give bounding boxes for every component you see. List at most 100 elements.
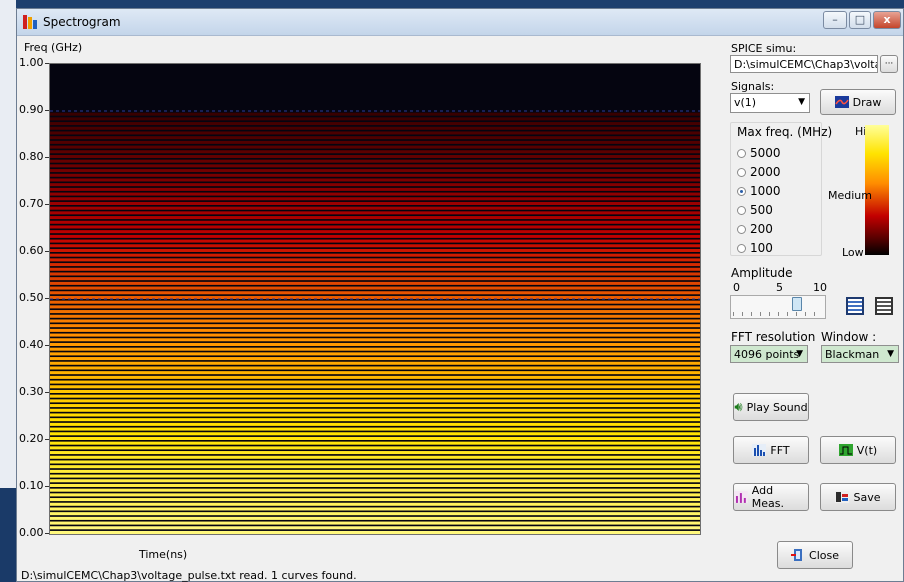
signal-select[interactable]: v(1) ▼ (730, 93, 810, 113)
amp-tick-10: 10 (813, 281, 827, 294)
spectral-band (50, 451, 700, 455)
max-freq-option-2000[interactable]: 2000 (737, 165, 781, 179)
spectral-band (50, 436, 700, 440)
vt-button[interactable]: V(t) (820, 436, 896, 464)
spectral-band (50, 399, 700, 403)
spectral-band (50, 347, 700, 351)
max-freq-option-500[interactable]: 500 (737, 203, 773, 217)
window-select[interactable]: Blackman ▼ (821, 345, 899, 363)
close-label: Close (809, 548, 839, 562)
spectral-band (50, 385, 700, 389)
close-button[interactable]: Close (777, 541, 853, 569)
window-value: Blackman (825, 348, 880, 361)
spectral-band (50, 530, 700, 534)
chevron-down-icon: ▼ (796, 349, 803, 359)
spectral-band (50, 225, 700, 229)
max-freq-option-100[interactable]: 100 (737, 241, 773, 255)
spice-path-field[interactable]: D:\simulCEMC\Chap3\voltage_pu (730, 55, 878, 73)
spectral-band (50, 211, 700, 215)
vt-label: V(t) (856, 443, 878, 457)
spectral-band (50, 333, 700, 337)
spectral-band (50, 234, 700, 238)
window-title: Spectrogram (43, 15, 121, 29)
spectral-band (50, 281, 700, 285)
amp-tick-0: 0 (733, 281, 740, 294)
time-signal-icon (838, 444, 853, 456)
spectral-band (50, 507, 700, 511)
signals-label: Signals: (731, 80, 775, 93)
y-tick-label: 0.90 (19, 103, 44, 116)
legend-medium: Medium (828, 189, 872, 202)
spectral-band (50, 352, 700, 356)
spectral-band (50, 291, 700, 295)
y-tick-label: 1.00 (19, 56, 44, 69)
spectral-band (50, 154, 700, 158)
spectrogram-window: Spectrogram – □ x Freq (GHz) 1.00 0.90 0.8… (16, 8, 904, 582)
fft-resolution-select[interactable]: 4096 points ▼ (730, 345, 808, 363)
spectral-band (50, 131, 700, 135)
spectral-band (50, 145, 700, 149)
fft-resolution-label: FFT resolution (731, 330, 816, 344)
legend-low: Low (842, 246, 864, 259)
spectral-band (50, 502, 700, 506)
window-label: Window : (821, 330, 877, 344)
spectral-band (50, 526, 700, 530)
max-freq-option-label: 500 (750, 203, 773, 217)
spectral-band (50, 239, 700, 243)
spectral-band (50, 418, 700, 422)
save-icon (835, 491, 850, 503)
minimize-button[interactable]: – (823, 11, 847, 29)
spectral-band (50, 164, 700, 168)
spectral-band (50, 479, 700, 483)
y-tick-label: 0.20 (19, 432, 44, 445)
fft-button[interactable]: FFT (733, 436, 809, 464)
spectral-band (50, 126, 700, 130)
spectral-band (50, 422, 700, 426)
spectral-band (50, 446, 700, 450)
status-bar: D:\simulCEMC\Chap3\voltage_pulse.txt rea… (21, 569, 357, 582)
spectral-band (50, 178, 700, 182)
spectral-band (50, 314, 700, 318)
draw-button[interactable]: Draw (820, 89, 896, 115)
close-icon: x (883, 13, 891, 26)
amplitude-label: Amplitude (731, 266, 793, 280)
spectral-band (50, 136, 700, 140)
add-measurement-button[interactable]: Add Meas. (733, 483, 809, 511)
title-bar[interactable]: Spectrogram – □ x (17, 9, 903, 36)
spectral-band (50, 267, 700, 271)
max-freq-option-5000[interactable]: 5000 (737, 146, 781, 160)
maximize-button[interactable]: □ (849, 11, 871, 29)
spectral-band (50, 361, 700, 365)
spectral-band (50, 516, 700, 520)
speaker-icon: 🔊︎ (734, 399, 743, 415)
slider-ticks (733, 312, 823, 316)
close-window-button[interactable]: x (873, 11, 901, 29)
play-sound-label: Play Sound (746, 400, 808, 414)
lines-view-alt-icon[interactable] (875, 297, 893, 315)
spectral-band (50, 300, 700, 304)
spectral-band (50, 277, 700, 281)
amplitude-slider-thumb[interactable] (791, 297, 802, 311)
save-button[interactable]: Save (820, 483, 896, 511)
spectrogram-heatmap[interactable] (49, 63, 701, 535)
spectral-band (50, 140, 700, 144)
max-freq-option-label: 200 (750, 222, 773, 236)
spectral-band (50, 371, 700, 375)
max-freq-option-200[interactable]: 200 (737, 222, 773, 236)
app-icon (23, 15, 37, 29)
browse-button[interactable]: ··· (880, 55, 898, 73)
signal-select-value: v(1) (734, 96, 757, 109)
play-sound-button[interactable]: 🔊︎ Play Sound (733, 393, 809, 421)
spectrum-icon (752, 444, 767, 456)
spectral-band (50, 488, 700, 492)
max-freq-option-1000[interactable]: 1000 (737, 184, 781, 198)
spectral-band (50, 521, 700, 525)
horizontal-lines-view-icon[interactable] (846, 297, 864, 315)
spectral-band (50, 394, 700, 398)
spectral-band (50, 324, 700, 328)
y-tick-label: 0.00 (19, 526, 44, 539)
amp-tick-5: 5 (776, 281, 783, 294)
y-tick-label: 0.10 (19, 479, 44, 492)
exit-door-icon (791, 549, 803, 561)
y-axis-label: Freq (GHz) (24, 41, 83, 54)
